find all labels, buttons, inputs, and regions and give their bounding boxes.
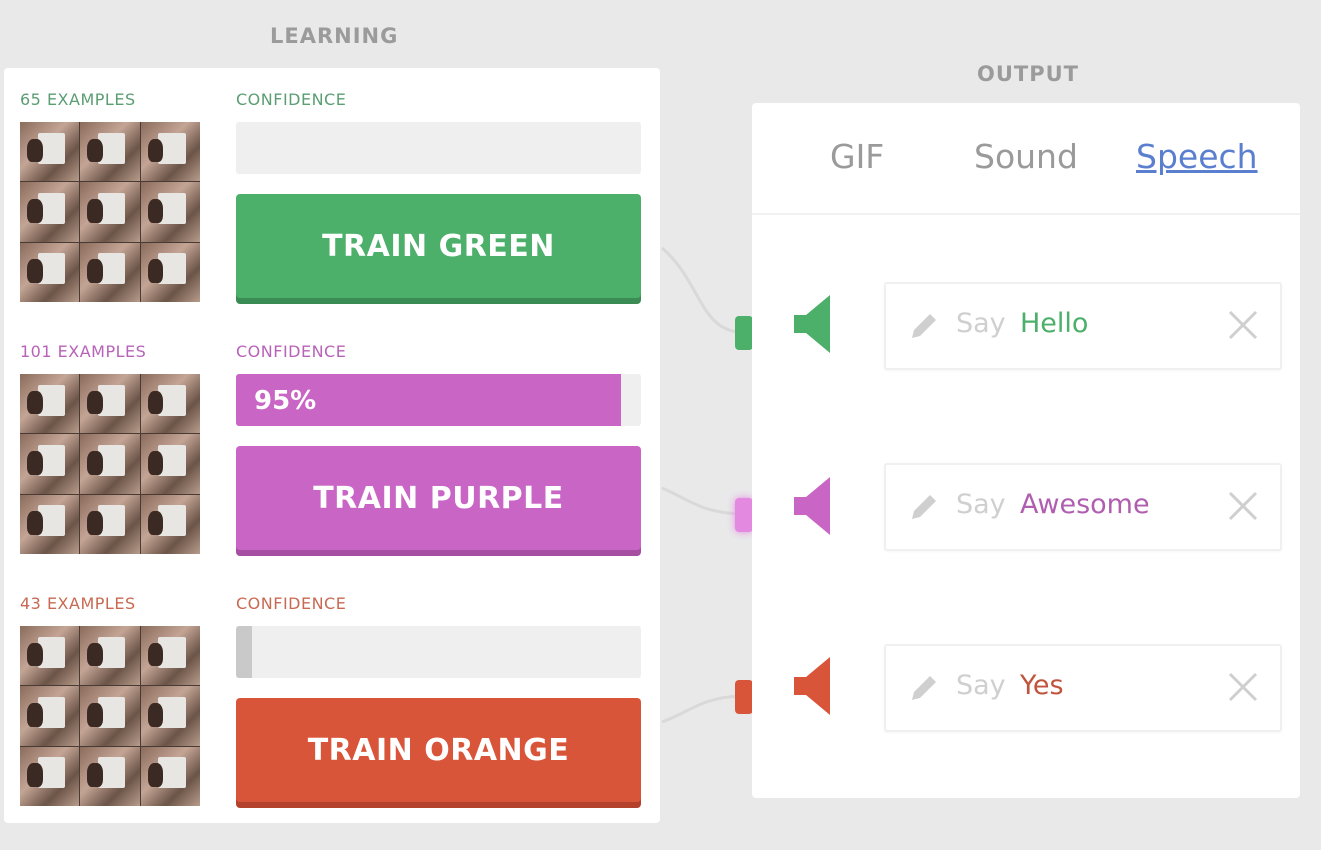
example-thumbnail <box>20 374 80 434</box>
tab-speech[interactable]: Speech <box>1136 137 1258 176</box>
confidence-label: CONFIDENCE <box>236 594 347 613</box>
output-port-green[interactable] <box>735 316 753 350</box>
say-prefix: Say <box>956 489 1006 520</box>
examples-count: 43 EXAMPLES <box>20 594 136 613</box>
example-thumbnail <box>80 626 140 686</box>
train-orange-button[interactable]: TRAIN ORANGE <box>236 698 641 802</box>
example-thumbnail <box>140 746 200 806</box>
example-thumbnail <box>80 182 140 242</box>
confidence-label: CONFIDENCE <box>236 342 347 361</box>
class-row-orange: 43 EXAMPLES CONFIDENCE TRAIN ORANGE <box>4 572 660 824</box>
examples-thumbnails <box>20 122 200 302</box>
example-thumbnail <box>20 122 80 182</box>
confidence-bar <box>236 122 641 174</box>
output-tabs: GIF Sound Speech <box>752 103 1300 215</box>
speech-input-purple[interactable]: Say Awesome <box>884 463 1282 551</box>
example-thumbnail <box>20 626 80 686</box>
example-thumbnail <box>80 374 140 434</box>
example-thumbnail <box>140 374 200 434</box>
example-thumbnail <box>20 746 80 806</box>
examples-thumbnails <box>20 374 200 554</box>
example-thumbnail <box>80 494 140 554</box>
output-port-orange[interactable] <box>735 680 753 714</box>
example-thumbnail <box>20 242 80 302</box>
example-thumbnail <box>80 434 140 494</box>
train-green-button[interactable]: TRAIN GREEN <box>236 194 641 298</box>
pencil-icon <box>912 314 936 338</box>
pencil-icon <box>912 676 936 700</box>
speech-phrase: Yes <box>1020 670 1064 701</box>
example-thumbnail <box>80 242 140 302</box>
example-thumbnail <box>140 242 200 302</box>
train-purple-button[interactable]: TRAIN PURPLE <box>236 446 641 550</box>
speaker-icon <box>794 295 830 353</box>
confidence-bar <box>236 626 641 678</box>
example-thumbnail <box>20 494 80 554</box>
output-port-purple[interactable] <box>735 498 753 532</box>
output-panel: GIF Sound Speech Say Hello Say Awesome S… <box>752 103 1300 798</box>
speech-phrase: Hello <box>1020 308 1089 339</box>
example-thumbnail <box>140 434 200 494</box>
tab-sound[interactable]: Sound <box>974 137 1078 176</box>
class-row-green: 65 EXAMPLES CONFIDENCE TRAIN GREEN <box>4 68 660 320</box>
confidence-value: 95% <box>254 386 317 416</box>
close-icon[interactable] <box>1224 306 1262 344</box>
pencil-icon <box>912 495 936 519</box>
examples-count: 65 EXAMPLES <box>20 90 136 109</box>
example-thumbnail <box>140 626 200 686</box>
say-prefix: Say <box>956 308 1006 339</box>
example-thumbnail <box>20 434 80 494</box>
speech-input-green[interactable]: Say Hello <box>884 282 1282 370</box>
speech-phrase: Awesome <box>1020 489 1150 520</box>
output-label: OUTPUT <box>977 62 1079 86</box>
confidence-label: CONFIDENCE <box>236 90 347 109</box>
example-thumbnail <box>140 122 200 182</box>
close-icon[interactable] <box>1224 668 1262 706</box>
speaker-icon <box>794 657 830 715</box>
speech-input-orange[interactable]: Say Yes <box>884 644 1282 732</box>
confidence-fill <box>236 626 253 678</box>
examples-count: 101 EXAMPLES <box>20 342 147 361</box>
example-thumbnail <box>20 182 80 242</box>
examples-thumbnails <box>20 626 200 806</box>
learning-panel: 65 EXAMPLES CONFIDENCE TRAIN GREEN 101 E… <box>4 68 660 823</box>
confidence-bar: 95% <box>236 374 641 426</box>
learning-label: LEARNING <box>270 24 399 48</box>
example-thumbnail <box>80 746 140 806</box>
say-prefix: Say <box>956 670 1006 701</box>
example-thumbnail <box>80 122 140 182</box>
class-row-purple: 101 EXAMPLES CONFIDENCE 95% TRAIN PURPLE <box>4 320 660 572</box>
example-thumbnail <box>140 686 200 746</box>
example-thumbnail <box>140 182 200 242</box>
example-thumbnail <box>80 686 140 746</box>
close-icon[interactable] <box>1224 487 1262 525</box>
tab-gif[interactable]: GIF <box>830 137 884 176</box>
speaker-icon <box>794 477 830 535</box>
example-thumbnail <box>20 686 80 746</box>
example-thumbnail <box>140 494 200 554</box>
